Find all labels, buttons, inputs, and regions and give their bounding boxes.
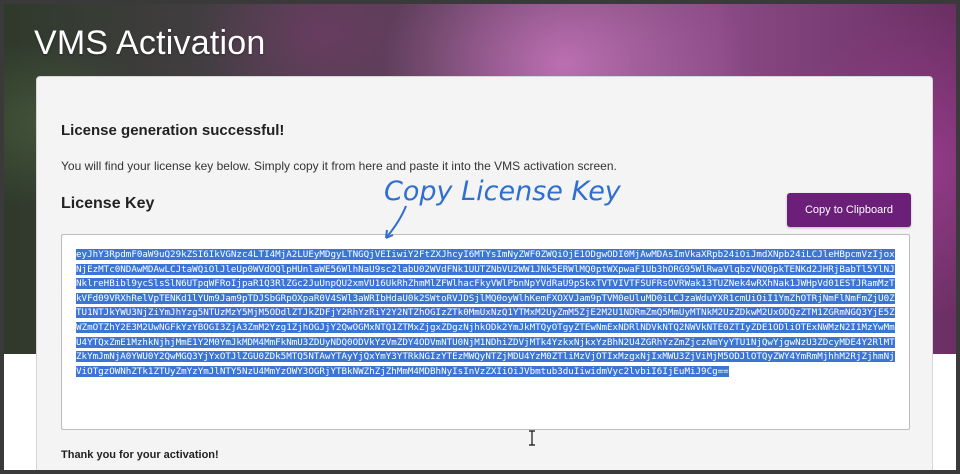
annotation-arrow-icon [385,205,407,239]
copy-license-key-annotation: Copy License Key [384,176,621,207]
license-key-line: eyJhY3RpdmF0aW9uQ29kZSI6IkVGNzc4LTI4MjA2… [76,249,829,260]
license-key-textbox[interactable]: eyJhY3RpdmF0aW9uQ29kZSI6IkVGNzc4LTI4MjA2… [61,234,910,430]
window-frame: VMS Activation License generation succes… [0,0,960,474]
license-key-heading: License Key [61,195,155,212]
thanks-text: Thank you for your activation! [61,449,219,461]
instructions-text: You will find your license key below. Si… [61,159,617,173]
license-key-line: NzU4MmYzOWY3OGRjYTBkNWZhZjZhMmM4MDBhNyIs… [241,365,729,377]
success-heading: License generation successful! [61,122,285,139]
license-key-text[interactable]: eyJhY3RpdmF0aW9uQ29kZSI6IkVGNzc4LTI4MjA2… [76,248,895,379]
page-title: VMS Activation [34,24,266,62]
copy-to-clipboard-button[interactable]: Copy to Clipboard [787,193,911,227]
text-cursor-icon [529,430,535,446]
activation-card: License generation successful! You will … [36,76,933,470]
